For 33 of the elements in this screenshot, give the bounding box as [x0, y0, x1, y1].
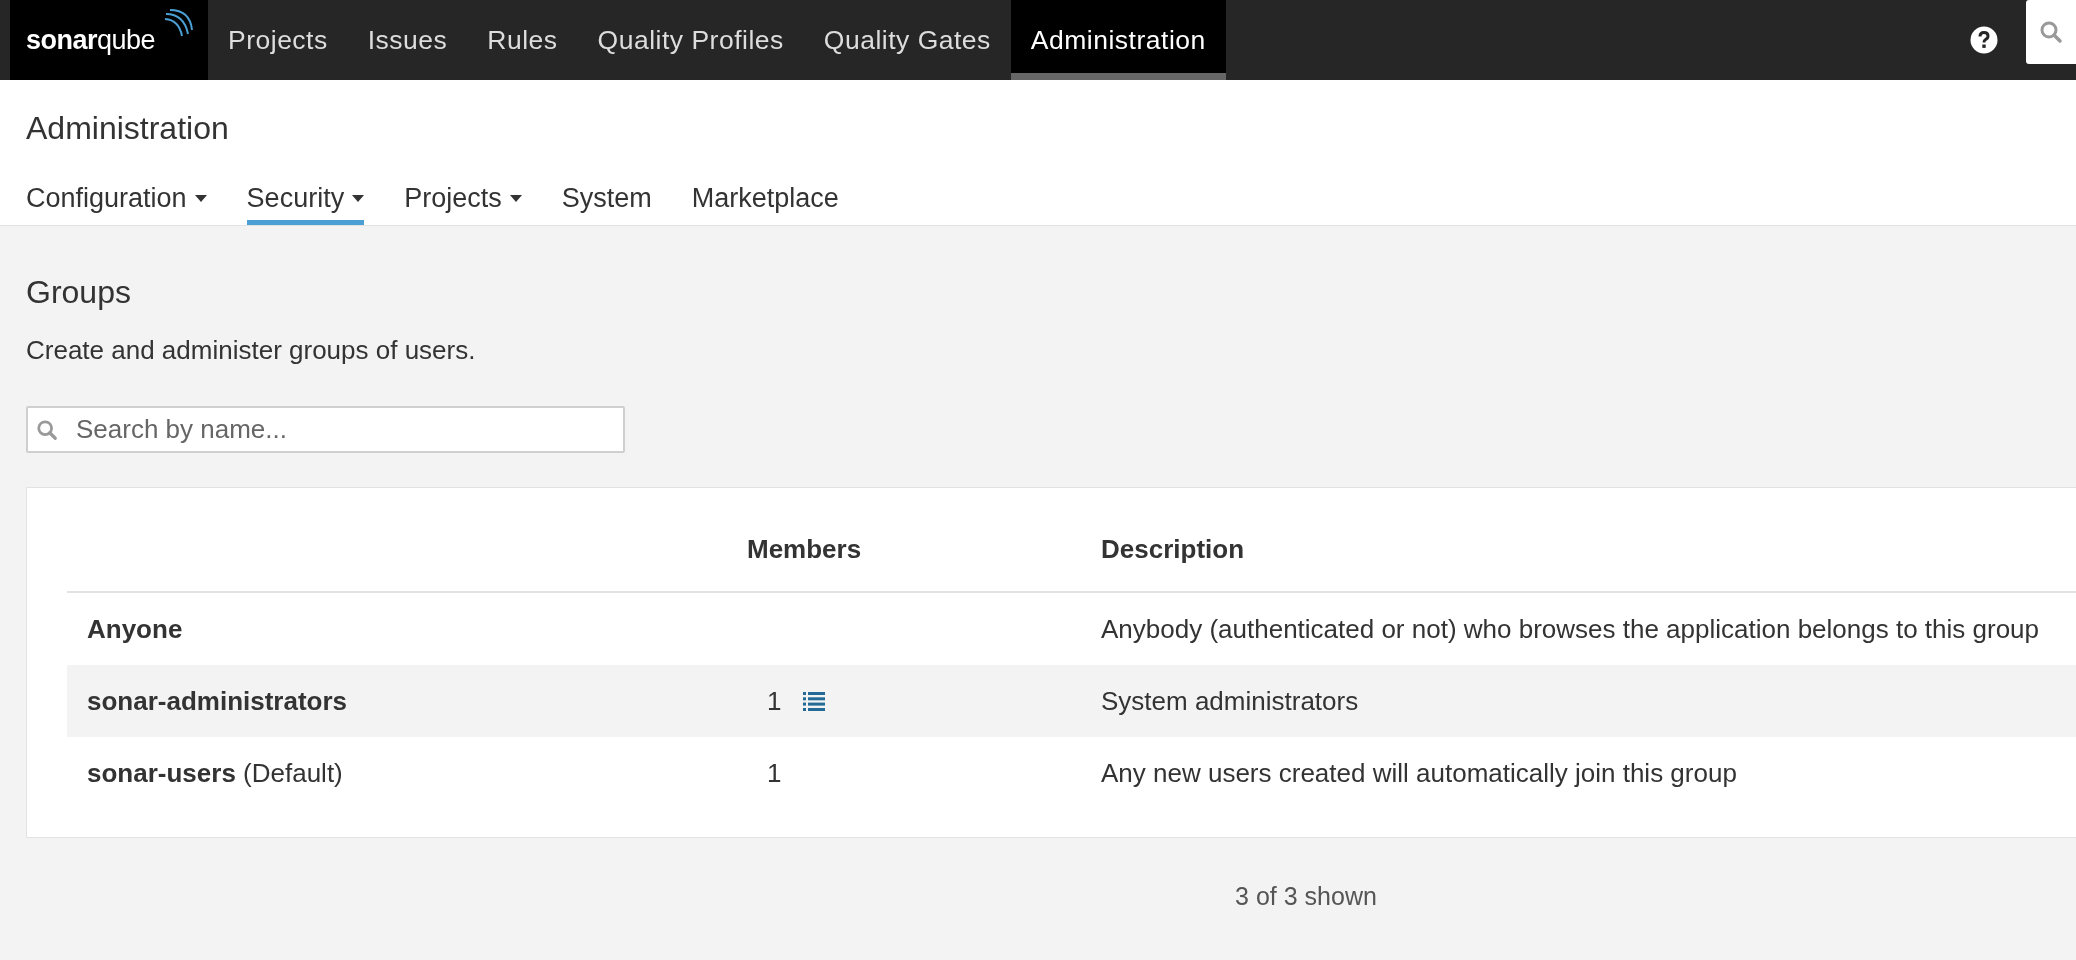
- search-icon: [2039, 20, 2063, 44]
- nav-item[interactable]: Issues: [347, 0, 468, 80]
- admin-tab[interactable]: Configuration: [26, 183, 207, 225]
- group-name: Anyone: [87, 613, 183, 644]
- section-description: Create and administer groups of users.: [26, 335, 477, 366]
- nav-item[interactable]: Quality Profiles: [577, 0, 804, 80]
- group-name: sonar-administrators: [87, 685, 348, 716]
- page-title: Administration: [26, 109, 230, 147]
- admin-tab[interactable]: Marketplace: [691, 183, 839, 225]
- group-description: Any new users created will automatically join this group: [1101, 757, 1737, 788]
- logo-text: sonarqube: [26, 24, 156, 56]
- admin-tab[interactable]: Security: [246, 183, 365, 225]
- admin-tab[interactable]: Projects: [404, 183, 522, 225]
- nav-item[interactable]: Rules: [467, 0, 578, 80]
- nav-item[interactable]: Projects: [208, 0, 348, 80]
- search-button[interactable]: [2026, 0, 2076, 64]
- result-count: 3 of 3 shown: [1235, 882, 1377, 911]
- column-header: Description: [1101, 534, 1245, 564]
- section-title: Groups: [26, 274, 132, 311]
- help-icon[interactable]: [1970, 26, 1998, 54]
- sonarqube-logo[interactable]: sonarqube: [10, 0, 208, 80]
- nav-item[interactable]: Quality Gates: [803, 0, 1011, 80]
- list-icon[interactable]: [803, 691, 826, 711]
- group-description: System administrators: [1101, 685, 1359, 716]
- member-count: 1: [767, 685, 782, 717]
- nav-item[interactable]: Administration: [1010, 0, 1226, 80]
- admin-tab[interactable]: System: [561, 183, 652, 225]
- column-header: Members: [747, 534, 862, 564]
- search-field[interactable]: Search by name...: [26, 406, 625, 453]
- member-count: 1: [767, 757, 782, 789]
- waves-icon: [164, 8, 194, 38]
- group-name: sonar-users (Default): [87, 757, 343, 788]
- group-description: Anybody (authenticated or not) who browses the application belongs to this group: [1101, 613, 2040, 644]
